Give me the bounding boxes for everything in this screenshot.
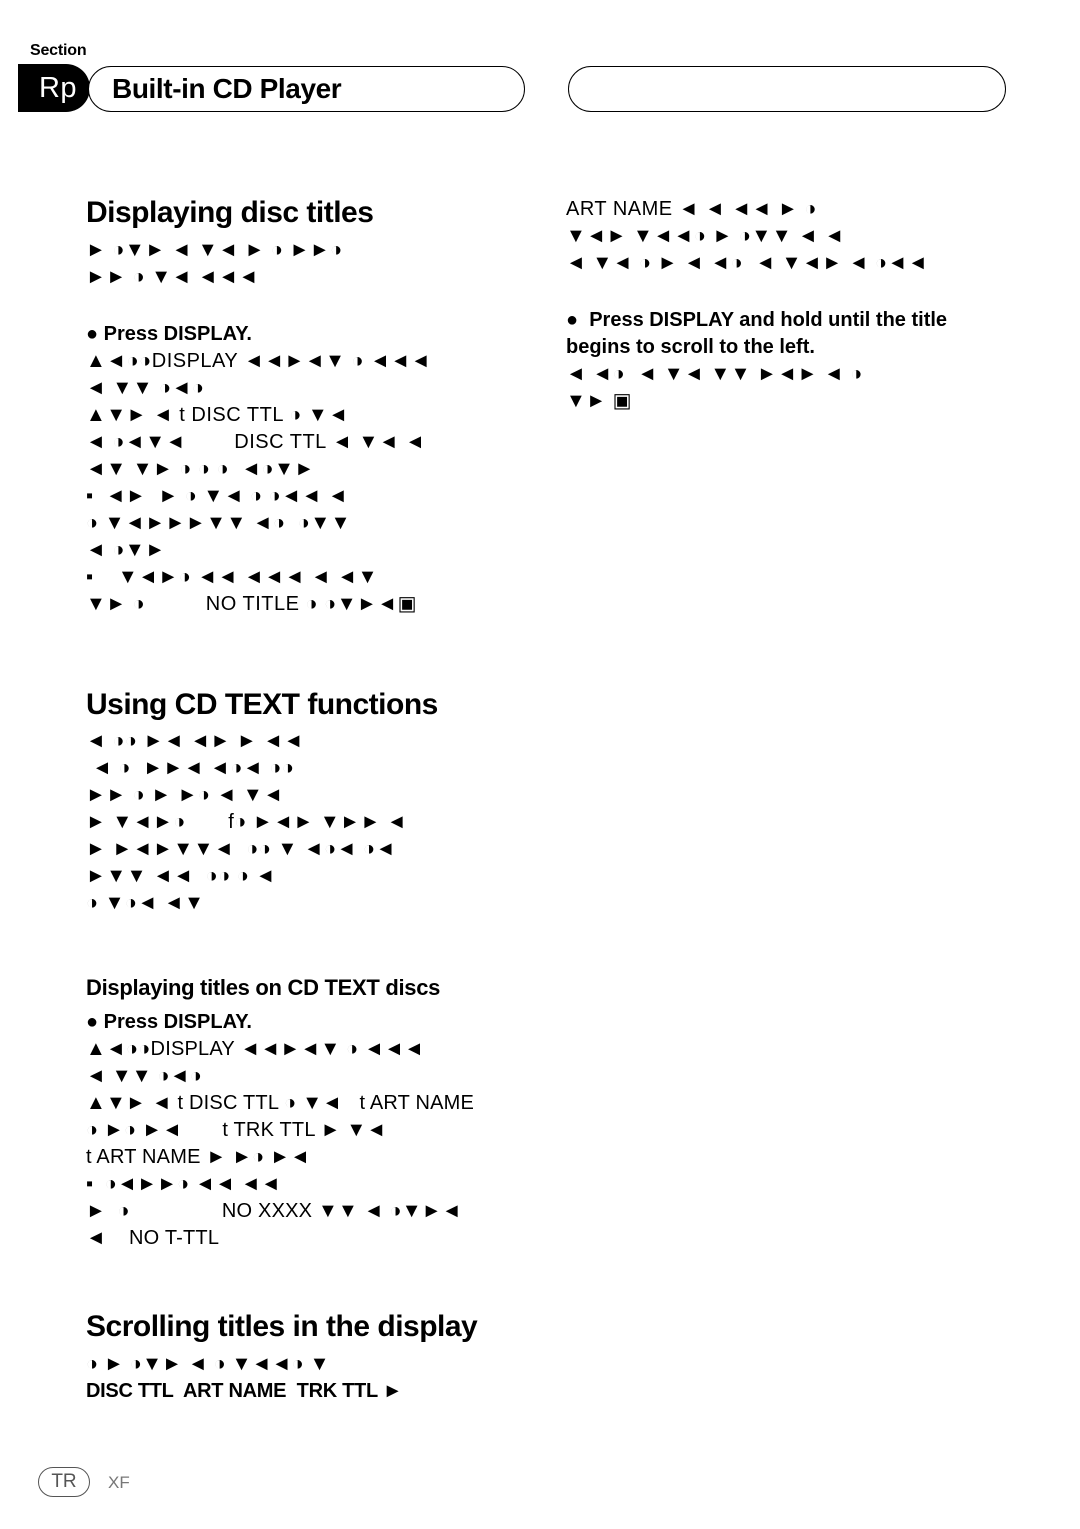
page-header: Section Rp Built-in CD Player	[0, 0, 1080, 150]
section-badge-rp: Rp	[18, 64, 90, 112]
body-paragraph-right: ◄ ◄◑ ◄ ▼◄ ▼▼ ►◄► ◄ ◑ ▼► ▣	[566, 361, 1036, 415]
text-line: ◄ ◑◄▼◄ DISC TTL ◄ ▼◄ ◄	[86, 430, 426, 453]
page-title: Built-in CD Player	[112, 73, 342, 104]
text-line: ▲◄◑◑DISPLAY ◄◄►◄▼ ◑ ◄◄◄	[86, 349, 431, 372]
text-line: ►► ◑ ▼◄ ◄◄◄	[86, 265, 259, 288]
text-line: t ART NAME ► ►◑ ►◄	[86, 1146, 311, 1169]
section-label: Section	[30, 42, 87, 59]
text-line: ◄ ◑◑ ►◄ ◄► ► ◄◄	[86, 730, 304, 752]
body-paragraph-section2: ◄ ◑◑ ►◄ ◄► ► ◄◄ ◄ ◑ ►►◄ ◄◑◄ ◑◑ ►► ◑ ► ►◑…	[86, 728, 556, 917]
text-line: ◑ ► ◑▼► ◄ ◑ ▼◄◄◑ ▼	[86, 1352, 330, 1375]
text-line: ◄ ◑ ►►◄ ◄◑◄ ◑◑	[86, 757, 295, 779]
text-line: ►► ◑ ► ►◑ ◄ ▼◄	[86, 784, 284, 806]
text-line: ◄ NO T-TTL	[86, 1227, 220, 1250]
text-line: ▪ ◄► ► ◑ ▼◄ ◑ ◑◄◄ ◄	[86, 484, 349, 507]
instruction-bullet-press-display-2: ● Press DISPLAY.	[86, 1011, 252, 1034]
left-column: Displaying disc titles ► ◑▼► ◄ ▼◄ ► ◑ ►►…	[86, 196, 556, 1405]
text-line-display-labels: DISC TTL ART NAME TRK TTL ►	[86, 1379, 403, 1402]
body-paragraph-section1: ▲◄◑◑DISPLAY ◄◄►◄▼ ◑ ◄◄◄ ◄ ▼▼ ◑◄◑ ▲▼► ◄ t…	[86, 348, 556, 618]
text-line: ► ▼◄►◑ f◑ ►◄► ▼►► ◄	[86, 811, 408, 833]
page-footer: TR XF	[0, 1439, 1080, 1529]
text-line: ▼◄► ▼◄◄◑ ► ◑▼▼ ◄ ◄	[566, 225, 845, 247]
right-column: ART NAME ◄ ◄ ◄◄ ► ◑ ▼◄► ▼◄◄◑ ► ◑▼▼ ◄ ◄ ◄…	[566, 196, 1036, 415]
text-line: ▼► ◑ NO TITLE ◑ ◑▼►◄▣	[86, 592, 417, 615]
chapter-title-pill: Built-in CD Player	[88, 66, 525, 112]
body-paragraph-section3: ▲◄◑◑DISPLAY ◄◄►◄▼ ◑ ◄◄◄ ◄ ▼▼ ◑◄◑ ▲▼► ◄ t…	[86, 1036, 556, 1252]
instruction-bullet-press-display: ● Press DISPLAY.	[86, 322, 252, 345]
text-line: ► ◑ NO XXXX ▼▼ ◄ ◑▼►◄	[86, 1200, 462, 1223]
chapter-title-pill-empty	[568, 66, 1006, 112]
text-line: ◄ ▼▼ ◑◄◑	[86, 1065, 203, 1088]
text-line: ◑ ▼◄►►►▼▼ ◄◑ ◑▼▼	[86, 511, 351, 534]
text-line: ◑ ►◑ ►◄ t TRK TTL ► ▼◄	[86, 1119, 387, 1142]
text-line: ◄ ◄◑ ◄ ▼◄ ▼▼ ►◄► ◄ ◑	[566, 363, 863, 385]
heading-scrolling-titles-in-display: Scrolling titles in the display	[86, 1310, 478, 1344]
text-line: ▲▼► ◄ t DISC TTL ◑ ▼◄ t ART NAME	[86, 1092, 475, 1115]
text-line: ▼► ▣	[566, 390, 633, 412]
heading-displaying-titles-cd-text-discs: Displaying titles on CD TEXT discs	[86, 975, 441, 1000]
intro-paragraph-section1: ► ◑▼► ◄ ▼◄ ► ◑ ►►◑ ►► ◑ ▼◄ ◄◄◄	[86, 237, 556, 291]
heading-using-cd-text-functions: Using CD TEXT functions	[86, 687, 438, 721]
text-line: begins to scroll to the left.	[566, 336, 815, 358]
footer-badge-tr: TR	[38, 1467, 90, 1497]
text-line: ▲▼► ◄ t DISC TTL ◑ ▼◄	[86, 403, 349, 426]
footer-label-xf: XF	[108, 1473, 130, 1492]
body-paragraph-section4: ◑ ► ◑▼► ◄ ◑ ▼◄◄◑ ▼ DISC TTL ART NAME TRK…	[86, 1351, 556, 1405]
instruction-bullet-press-display-hold: ● Press DISPLAY and hold until the title…	[566, 307, 1036, 361]
text-line: ◄ ◑▼►	[86, 538, 166, 561]
text-line: ◄ ▼◄ ◑ ► ◄ ◄◑ ◄ ▼◄► ◄ ◑◄◄	[566, 252, 929, 274]
text-line: ART NAME ◄ ◄ ◄◄ ► ◑	[566, 198, 817, 220]
text-line: ● Press DISPLAY and hold until the title	[566, 309, 948, 331]
text-line: ◄ ▼▼ ◑◄◑	[86, 376, 205, 399]
text-line: ▪ ▼◄►◑ ◄◄ ◄◄◄ ◄ ◄▼	[86, 565, 378, 588]
text-line: ► ◑▼► ◄ ▼◄ ► ◑ ►►◑	[86, 238, 343, 261]
text-line: ►▼▼ ◄◄ ◑◑ ◑ ◄	[86, 865, 276, 887]
text-line: ▪ ◑◄►►◑ ◄◄ ◄◄	[86, 1173, 281, 1196]
continuation-paragraph: ART NAME ◄ ◄ ◄◄ ► ◑ ▼◄► ▼◄◄◑ ► ◑▼▼ ◄ ◄ ◄…	[566, 196, 1036, 277]
text-line: ◄▼ ▼► ◑ ◑ ◑ ◄◑▼►	[86, 457, 315, 480]
text-line: ◑ ▼◑◄ ◄▼	[86, 892, 205, 914]
text-line: ▲◄◑◑DISPLAY ◄◄►◄▼ ◑ ◄◄◄	[86, 1038, 425, 1061]
text-line: ► ►◄►▼▼◄ ◑◑ ▼ ◄◑◄ ◑◄	[86, 838, 396, 860]
heading-displaying-disc-titles: Displaying disc titles	[86, 196, 374, 229]
